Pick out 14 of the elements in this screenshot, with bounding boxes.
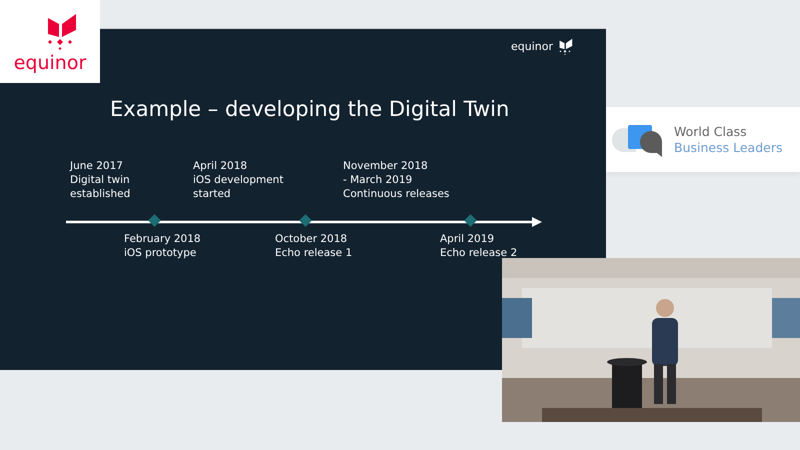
milestone-label: November 2018 - March 2019 Continuous releases bbox=[343, 159, 450, 201]
milestone-label: October 2018 Echo release 1 bbox=[275, 232, 352, 260]
milestone-label: June 2017 Digital twin established bbox=[70, 159, 130, 201]
milestone-marker bbox=[148, 214, 161, 227]
milestone-label: April 2019 Echo release 2 bbox=[440, 232, 518, 260]
slide-title: Example – developing the Digital Twin bbox=[110, 97, 510, 121]
milestone-marker bbox=[464, 214, 477, 227]
sponsor-name: World Class bbox=[674, 124, 748, 140]
slide-logo-wordmark: equinor bbox=[510, 40, 553, 52]
milestone-marker bbox=[299, 214, 312, 227]
sponsor-tagline: Business Leaders bbox=[674, 140, 782, 156]
milestone-label: April 2018 iOS development started bbox=[193, 159, 284, 201]
logo-wordmark: equinor bbox=[14, 52, 86, 74]
milestone-label: February 2018 iOS prototype bbox=[124, 232, 201, 260]
